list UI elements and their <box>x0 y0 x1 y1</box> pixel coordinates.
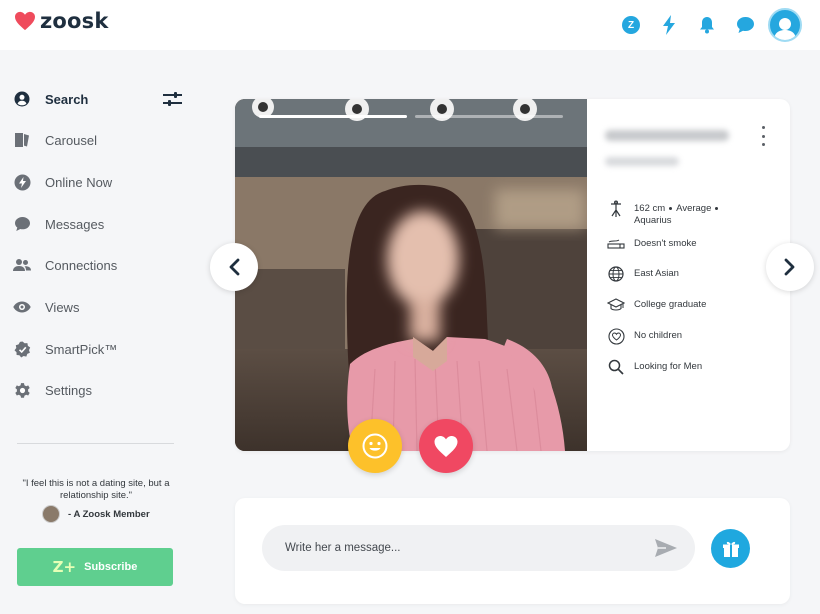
search-icon <box>607 358 625 376</box>
attribute-height: 162 cm <box>634 203 666 214</box>
sidebar-item-search[interactable]: Search <box>12 85 182 113</box>
sidebar-item-label: Online Now <box>45 174 113 190</box>
sidebar-item-label: Connections <box>45 257 118 273</box>
attribute-ethnicity: East Asian <box>607 265 679 283</box>
attribute-text: Doesn't smoke <box>634 238 697 249</box>
chat-bubble-icon <box>12 214 32 234</box>
photo-progress-segment-1 <box>259 115 407 118</box>
member-quote: "I feel this is not a dating site, but a… <box>22 478 170 501</box>
heart-logo-icon <box>15 11 35 31</box>
smiley-icon <box>362 433 388 459</box>
gift-icon <box>722 541 739 557</box>
sidebar-divider <box>17 443 174 444</box>
sidebar-item-messages[interactable]: Messages <box>12 210 182 238</box>
quote-author-name: - A Zoosk Member <box>68 508 150 520</box>
graduation-cap-icon <box>607 296 625 314</box>
sidebar-item-label: Carousel <box>45 132 98 148</box>
previous-profile-button[interactable] <box>210 243 258 291</box>
coin-label: Z <box>627 19 635 31</box>
subscribe-label: Subscribe <box>84 561 138 573</box>
attribute-text: No children <box>634 330 683 341</box>
boost-button[interactable] <box>650 6 688 44</box>
chevron-left-icon <box>229 258 240 276</box>
sidebar: Search Carousel Online Now Messages Conn… <box>0 50 190 614</box>
chevron-right-icon <box>784 258 795 276</box>
sidebar-item-smartpick[interactable]: SmartPick™ <box>12 335 182 363</box>
more-options-icon[interactable] <box>758 126 768 146</box>
send-button[interactable] <box>653 537 679 559</box>
logo-text: zoosk <box>40 9 109 33</box>
message-card <box>235 498 790 604</box>
notifications-button[interactable] <box>688 6 726 44</box>
attribute-height-build-sign: 162 cm Average Aquarius <box>607 200 722 227</box>
attribute-build: Average <box>676 203 712 214</box>
bell-icon <box>700 17 714 34</box>
heart-icon <box>434 435 458 457</box>
user-silhouette-icon <box>774 18 796 40</box>
search-user-icon <box>12 89 32 109</box>
sidebar-item-connections[interactable]: Connections <box>12 251 182 279</box>
sidebar-item-online-now[interactable]: Online Now <box>12 168 182 196</box>
attribute-text: East Asian <box>634 268 679 279</box>
carousel-icon <box>12 130 32 150</box>
cigarette-icon <box>607 235 625 253</box>
zoosk-plus-icon: Z+ <box>52 558 77 576</box>
subscribe-button[interactable]: Z+ Subscribe <box>17 548 173 586</box>
attribute-smoking: Doesn't smoke <box>607 235 697 253</box>
send-icon <box>655 539 677 557</box>
smartpick-icon <box>12 339 32 359</box>
attribute-zodiac: Aquarius <box>634 215 672 226</box>
top-bar: zoosk Z <box>0 0 820 50</box>
sidebar-item-carousel[interactable]: Carousel <box>12 126 182 154</box>
lightning-icon <box>12 172 32 192</box>
gift-button[interactable] <box>711 529 750 568</box>
sidebar-item-settings[interactable]: Settings <box>12 376 182 404</box>
attribute-text: College graduate <box>634 299 707 310</box>
sidebar-item-label: SmartPick™ <box>45 341 118 357</box>
profile-info-panel: 162 cm Average Aquarius Doesn't smoke Eas… <box>587 99 790 451</box>
sidebar-item-label: Settings <box>45 382 92 398</box>
zoosk-logo[interactable]: zoosk <box>14 9 109 33</box>
gear-icon <box>12 380 32 400</box>
lightning-boost-icon <box>663 15 675 35</box>
profile-name-hidden <box>605 130 729 141</box>
profile-photo[interactable] <box>235 99 587 451</box>
like-button[interactable] <box>419 419 473 473</box>
coins-button[interactable]: Z <box>612 6 650 44</box>
sidebar-item-label: Search <box>45 91 89 107</box>
chat-bubble-icon <box>736 17 754 33</box>
messages-button[interactable] <box>726 6 764 44</box>
attribute-education: College graduate <box>607 296 706 314</box>
next-profile-button[interactable] <box>766 243 814 291</box>
profile-card: 162 cm Average Aquarius Doesn't smoke Eas… <box>235 99 790 451</box>
attribute-text: Looking for Men <box>634 361 703 372</box>
attribute-looking-for: Looking for Men <box>607 358 702 376</box>
attribute-children: No children <box>607 327 682 345</box>
people-icon <box>12 255 32 275</box>
smile-button[interactable] <box>348 419 402 473</box>
filter-sliders-icon[interactable] <box>162 89 182 109</box>
eye-icon <box>12 297 32 317</box>
height-icon <box>607 200 625 218</box>
photo-progress-segment-2 <box>415 115 563 118</box>
profile-avatar[interactable] <box>768 8 802 42</box>
heart-outline-icon <box>607 327 625 345</box>
sidebar-item-label: Messages <box>45 216 105 232</box>
coins-icon: Z <box>622 16 640 34</box>
message-input[interactable] <box>262 525 695 571</box>
sidebar-item-views[interactable]: Views <box>12 293 182 321</box>
member-avatar <box>42 505 60 523</box>
quote-author: - A Zoosk Member <box>42 505 150 523</box>
profile-location-hidden <box>605 157 679 166</box>
sidebar-item-label: Views <box>45 299 80 315</box>
globe-icon <box>607 265 625 283</box>
